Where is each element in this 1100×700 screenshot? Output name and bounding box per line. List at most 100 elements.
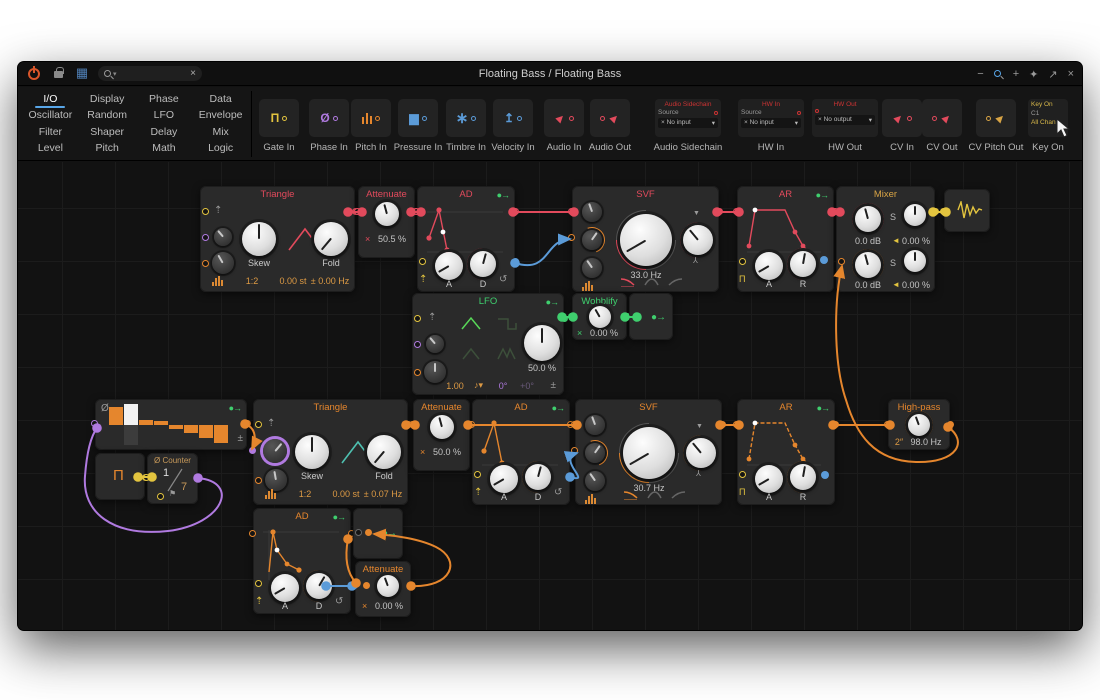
amount-knob[interactable] (430, 415, 454, 439)
port-in[interactable] (363, 582, 370, 589)
port-retrigger-in[interactable] (255, 421, 262, 428)
port-gate-in[interactable] (255, 580, 262, 587)
category-lfo[interactable]: LFO (136, 108, 193, 123)
port-reset-in[interactable] (157, 493, 164, 500)
skew-knob[interactable] (242, 222, 276, 256)
node-attenuate-low[interactable]: Attenuate × 0.00 % (355, 561, 411, 617)
port-pitch-in[interactable] (202, 234, 209, 241)
pitch-knob[interactable] (214, 228, 232, 246)
port-gate-in[interactable] (419, 258, 426, 265)
port-in[interactable] (365, 529, 372, 536)
pitch-knob[interactable] (263, 439, 287, 463)
port-in[interactable] (409, 421, 416, 428)
palette-audio-sidechain[interactable]: Audio Sidechain Source × No input▾ Audio… (643, 99, 733, 153)
lowpass-icon[interactable] (623, 489, 639, 500)
palette-gate-in[interactable]: Π Gate In (250, 99, 308, 153)
amount-knob[interactable] (524, 325, 560, 361)
ch2-pan-value[interactable]: 0.00 % (900, 280, 932, 290)
hw-in-select[interactable]: × No input▾ (741, 118, 801, 128)
amount-knob[interactable] (377, 575, 399, 597)
pin-icon[interactable]: ✦ (1029, 68, 1038, 81)
bypass-icon[interactable]: × (577, 328, 582, 338)
mod-source-icon[interactable]: ●→ (382, 528, 396, 539)
category-shaper[interactable]: Shaper (79, 125, 136, 140)
freq-value[interactable]: 98.0 Hz (904, 437, 948, 447)
amount-value[interactable]: 50.0 % (427, 447, 467, 457)
port-in[interactable] (568, 313, 575, 320)
port-out[interactable] (561, 315, 568, 322)
amount-value[interactable]: 50.5 % (372, 234, 412, 244)
wave-triangle-icon[interactable] (460, 315, 482, 331)
node-counter[interactable]: Ø Counter 1 7 ⚑ (147, 453, 198, 504)
zoom-in-button[interactable]: + (1013, 68, 1019, 80)
enable-toggle-icon[interactable]: ●→ (552, 403, 564, 413)
note-icon[interactable]: ♪▾ (474, 380, 483, 391)
port-cutoff-mod-in[interactable] (571, 447, 578, 454)
loop-icon[interactable]: ↺ (335, 596, 343, 607)
port-ch1-in[interactable] (832, 208, 839, 215)
decay-knob[interactable] (525, 464, 551, 490)
drive-knob[interactable] (582, 202, 602, 222)
palette-hw-out[interactable]: HW Out × No output▾ HW Out (804, 99, 886, 153)
port-trigger-in[interactable] (413, 208, 420, 215)
category-io[interactable]: I/O (22, 92, 79, 107)
port-out[interactable] (932, 208, 939, 215)
zoom-fit-icon[interactable] (994, 68, 1003, 80)
ratio-value[interactable]: 1:2 (238, 276, 266, 286)
attack-knob[interactable] (271, 574, 299, 602)
node-mod-out-mid[interactable]: ●→ (629, 293, 673, 340)
node-steps[interactable]: Ø ●→ ± (95, 399, 247, 450)
highpass-icon[interactable] (668, 276, 684, 287)
port-trigger-in[interactable] (468, 421, 475, 428)
decay-knob[interactable] (306, 573, 332, 599)
category-phase[interactable]: Phase (136, 92, 193, 107)
category-pitch[interactable]: Pitch (79, 141, 136, 156)
ch1-level-knob[interactable] (855, 206, 881, 232)
enable-toggle-icon[interactable]: ●→ (816, 190, 828, 200)
ch2-solo[interactable]: S (890, 258, 896, 268)
bypass-icon[interactable]: × (362, 601, 367, 611)
offset-value[interactable]: +0° (512, 381, 542, 391)
palette-audio-out[interactable]: ► Audio Out (580, 99, 640, 153)
port-ch2-in[interactable] (838, 258, 845, 265)
resonance-knob[interactable] (683, 225, 713, 255)
port-aux-in[interactable] (355, 529, 362, 536)
port-fm-in[interactable] (202, 260, 209, 267)
category-mix[interactable]: Mix (192, 125, 249, 140)
attack-knob[interactable] (755, 465, 783, 493)
port-gate-in[interactable] (474, 471, 481, 478)
mod-source-icon[interactable]: ●→ (651, 312, 665, 323)
drive-knob[interactable] (585, 415, 605, 435)
port-out[interactable] (512, 208, 519, 215)
decay-knob[interactable] (470, 251, 496, 277)
node-wobblify[interactable]: Wobblify × 0.00 % (572, 293, 627, 340)
port-in[interactable] (940, 208, 947, 215)
zoom-out-button[interactable]: − (977, 68, 983, 80)
port-out[interactable] (832, 421, 839, 428)
mod-knob[interactable] (582, 230, 602, 250)
node-svf-bot[interactable]: SVF 30.7 Hz ▼ ⅄ (575, 399, 722, 505)
bandpass-icon[interactable] (644, 276, 660, 287)
keytrack-knob[interactable] (582, 258, 602, 278)
port-phase-in[interactable] (91, 420, 98, 427)
port-out[interactable] (716, 208, 723, 215)
node-highpass[interactable]: High-pass 2″ 98.0 Hz (888, 399, 950, 450)
port-retrig-in[interactable] (739, 471, 746, 478)
port-curve-out[interactable] (820, 256, 828, 264)
node-mod-out-low[interactable]: ●→ (353, 508, 403, 559)
highpass-icon[interactable] (671, 489, 687, 500)
node-triangle-top[interactable]: Triangle ⇡ Skew Fold 1:2 0.00 st ± 0.00 … (200, 186, 355, 292)
node-ar-top[interactable]: AR ●→ Π A R (737, 186, 834, 292)
node-ad-bot[interactable]: AD ●→ ⇡ A D ↺ (472, 399, 570, 505)
port-retrigger-in[interactable] (202, 208, 209, 215)
port-out[interactable] (947, 421, 954, 428)
port-out[interactable] (408, 582, 415, 589)
port-phase-in[interactable] (414, 341, 421, 348)
port-gate-in[interactable] (733, 421, 740, 428)
port-curve-out[interactable] (512, 258, 519, 265)
amount-knob[interactable] (589, 306, 611, 328)
fm-knob[interactable] (212, 252, 234, 274)
rate-value[interactable]: 1.00 (440, 381, 470, 391)
fm-knob[interactable] (265, 469, 287, 491)
port-clock-in[interactable] (143, 474, 150, 481)
